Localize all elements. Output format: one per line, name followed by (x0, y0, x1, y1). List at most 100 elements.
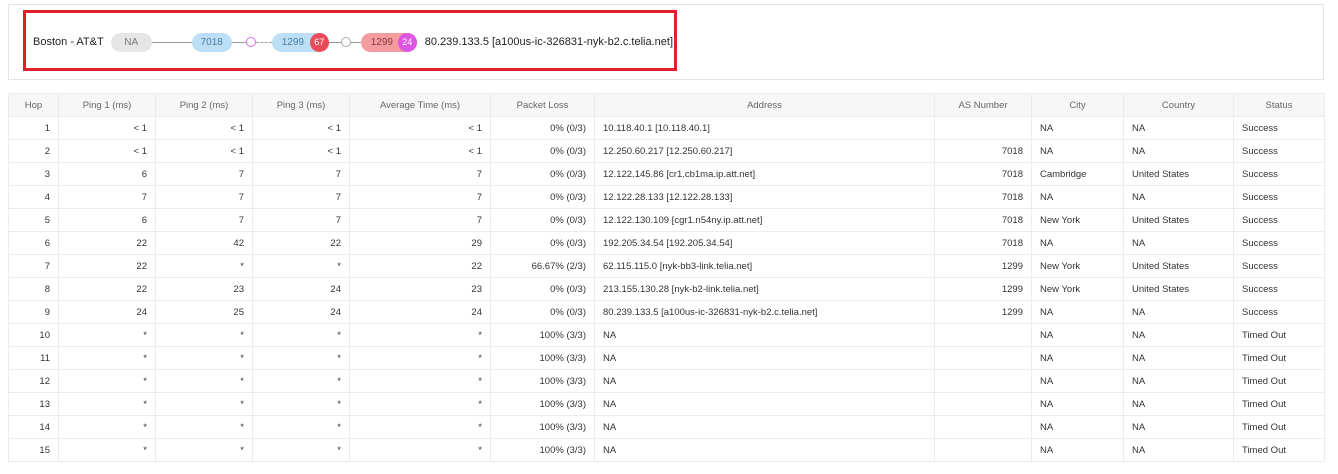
table-row[interactable]: 6 22 42 22 29 0% (0/3) 192.205.34.54 [192.205.… (8, 231, 1325, 255)
connector-dashed-line (255, 41, 272, 43)
cell-status: Success (1233, 116, 1325, 140)
cell-packet-loss: 0% (0/3) (490, 116, 595, 140)
cell-hop: 10 (8, 323, 59, 347)
cell-average: * (349, 438, 491, 462)
table-row[interactable]: 13 * * * * 100% (3/3) NA NA NA Timed Out (8, 392, 1325, 416)
cell-ping1: 6 (58, 162, 156, 186)
cell-city: NA (1031, 300, 1124, 324)
cell-city: NA (1031, 323, 1124, 347)
cell-ping2: 42 (155, 231, 253, 255)
column-header-ping2[interactable]: Ping 2 (ms) (155, 93, 253, 117)
cell-average: * (349, 415, 491, 439)
table-row[interactable]: 10 * * * * 100% (3/3) NA NA NA Timed Out (8, 323, 1325, 347)
cell-ping2: * (155, 438, 253, 462)
cell-status: Timed Out (1233, 323, 1325, 347)
cell-ping1: * (58, 346, 156, 370)
table-row[interactable]: 12 * * * * 100% (3/3) NA NA NA Timed Out (8, 369, 1325, 393)
cell-ping2: < 1 (155, 116, 253, 140)
cell-status: Timed Out (1233, 392, 1325, 416)
hop-pill-as-7018[interactable]: 7018 (191, 32, 232, 52)
cell-as-number (934, 415, 1032, 439)
route-path-panel: Boston - AT&T NA 7018 1299 67 1299 24 80… (8, 4, 1324, 80)
hop-pill-as-1299[interactable]: 1299 67 (271, 32, 329, 52)
hop-pill-label: NA (124, 36, 139, 48)
hop-pill-na[interactable]: NA (110, 32, 152, 52)
cell-address: NA (594, 346, 935, 370)
column-header-ping3[interactable]: Ping 3 (ms) (252, 93, 350, 117)
cell-hop: 8 (8, 277, 59, 301)
column-header-status[interactable]: Status (1233, 93, 1325, 117)
column-header-packet-loss[interactable]: Packet Loss (490, 93, 595, 117)
cell-city: NA (1031, 231, 1124, 255)
cell-as-number: 7018 (934, 185, 1032, 209)
cell-country: NA (1123, 438, 1234, 462)
table-row[interactable]: 9 24 25 24 24 0% (0/3) 80.239.133.5 [a100us-ic… (8, 300, 1325, 324)
cell-ping3: * (252, 369, 350, 393)
connector-line (231, 41, 246, 43)
table-row[interactable]: 2 < 1 < 1 < 1 < 1 0% (0/3) 12.250.60.217 [12.2… (8, 139, 1325, 163)
cell-as-number: 1299 (934, 254, 1032, 278)
table-row[interactable]: 8 22 23 24 23 0% (0/3) 213.155.130.28 [nyk-b2-… (8, 277, 1325, 301)
table-row[interactable]: 3 6 7 7 7 0% (0/3) 12.122.145.86 [cr1.cb1ma.ip… (8, 162, 1325, 186)
column-header-as-number[interactable]: AS Number (934, 93, 1032, 117)
table-row[interactable]: 7 22 * * 22 66.67% (2/3) 62.115.115.0 [nyk-bb3… (8, 254, 1325, 278)
column-header-country[interactable]: Country (1123, 93, 1234, 117)
cell-packet-loss: 0% (0/3) (490, 208, 595, 232)
cell-ping3: * (252, 415, 350, 439)
cell-packet-loss: 100% (3/3) (490, 346, 595, 370)
cell-average: 24 (349, 300, 491, 324)
cell-ping3: * (252, 438, 350, 462)
table-row[interactable]: 14 * * * * 100% (3/3) NA NA NA Timed Out (8, 415, 1325, 439)
cell-average: 7 (349, 208, 491, 232)
cell-ping3: * (252, 392, 350, 416)
cell-packet-loss: 100% (3/3) (490, 415, 595, 439)
cell-average: 29 (349, 231, 491, 255)
table-row[interactable]: 1 < 1 < 1 < 1 < 1 0% (0/3) 10.118.40.1 [10.118… (8, 116, 1325, 140)
cell-ping2: < 1 (155, 139, 253, 163)
cell-ping2: 7 (155, 208, 253, 232)
cell-ping3: < 1 (252, 116, 350, 140)
cell-ping3: 7 (252, 208, 350, 232)
cell-address: NA (594, 392, 935, 416)
cell-ping2: 7 (155, 185, 253, 209)
cell-address: 12.122.130.109 [cgr1.n54ny.ip.att.net] (594, 208, 935, 232)
column-header-ping1[interactable]: Ping 1 (ms) (58, 93, 156, 117)
cell-as-number (934, 392, 1032, 416)
hop-pill-destination[interactable]: 1299 24 (360, 32, 417, 52)
cell-hop: 11 (8, 346, 59, 370)
hop-count-badge: 24 (397, 32, 417, 52)
cell-ping2: 7 (155, 162, 253, 186)
cell-ping3: 7 (252, 185, 350, 209)
cell-city: NA (1031, 392, 1124, 416)
table-row[interactable]: 11 * * * * 100% (3/3) NA NA NA Timed Out (8, 346, 1325, 370)
hop-node[interactable] (245, 37, 256, 47)
table-row[interactable]: 5 6 7 7 7 0% (0/3) 12.122.130.109 [cgr1.n54ny.… (8, 208, 1325, 232)
cell-status: Success (1233, 139, 1325, 163)
cell-packet-loss: 0% (0/3) (490, 231, 595, 255)
cell-as-number: 7018 (934, 208, 1032, 232)
cell-packet-loss: 100% (3/3) (490, 392, 595, 416)
cell-city: New York (1031, 208, 1124, 232)
cell-ping1: 24 (58, 300, 156, 324)
table-row[interactable]: 4 7 7 7 7 0% (0/3) 12.122.28.133 [12.122.28.13… (8, 185, 1325, 209)
column-header-average[interactable]: Average Time (ms) (349, 93, 491, 117)
cell-packet-loss: 0% (0/3) (490, 300, 595, 324)
cell-packet-loss: 100% (3/3) (490, 323, 595, 347)
table-row[interactable]: 15 * * * * 100% (3/3) NA NA NA Timed Out (8, 438, 1325, 462)
column-header-hop[interactable]: Hop (8, 93, 59, 117)
cell-address: 12.250.60.217 [12.250.60.217] (594, 139, 935, 163)
route-origin: Boston - AT&T (33, 36, 104, 48)
column-header-address[interactable]: Address (594, 93, 935, 117)
cell-ping1: * (58, 438, 156, 462)
cell-packet-loss: 100% (3/3) (490, 438, 595, 462)
hop-node[interactable] (340, 37, 351, 47)
cell-address: 62.115.115.0 [nyk-bb3-link.telia.net] (594, 254, 935, 278)
cell-ping3: * (252, 254, 350, 278)
cell-ping1: * (58, 369, 156, 393)
connector-line (328, 41, 341, 43)
column-header-city[interactable]: City (1031, 93, 1124, 117)
cell-hop: 14 (8, 415, 59, 439)
cell-hop: 13 (8, 392, 59, 416)
cell-hop: 9 (8, 300, 59, 324)
cell-average: 7 (349, 162, 491, 186)
